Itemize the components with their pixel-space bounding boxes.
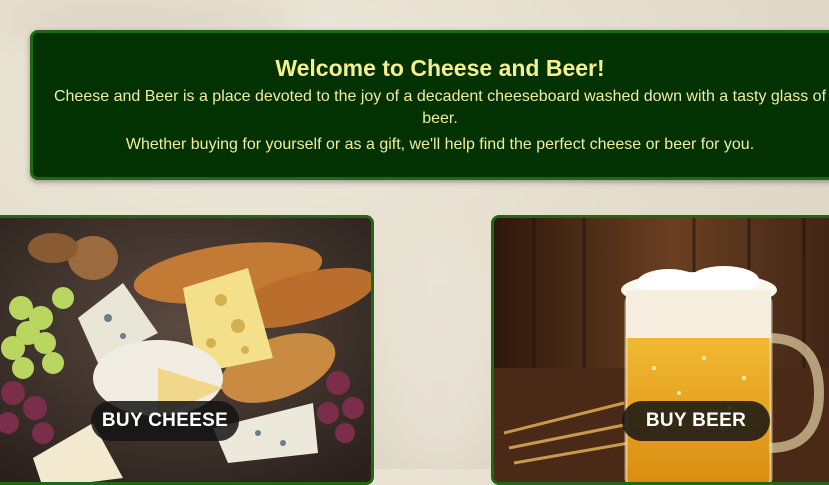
- beer-card[interactable]: BUY BEER: [491, 215, 829, 485]
- welcome-subtext: Whether buying for yourself or as a gift…: [125, 136, 755, 153]
- welcome-intro: Cheese and Beer is a place devoted to th…: [53, 88, 827, 127]
- welcome-title: Welcome to Cheese and Beer!: [275, 55, 605, 81]
- cheese-card[interactable]: BUY CHEESE: [0, 215, 374, 485]
- welcome-panel: Welcome to Cheese and Beer! Cheese and B…: [30, 30, 829, 180]
- buy-cheese-button[interactable]: BUY CHEESE: [91, 401, 239, 441]
- buy-beer-button[interactable]: BUY BEER: [622, 401, 770, 441]
- background-decoration: [380, 230, 500, 470]
- beer-mug-image: [494, 218, 829, 482]
- cheese-board-image: [0, 218, 371, 482]
